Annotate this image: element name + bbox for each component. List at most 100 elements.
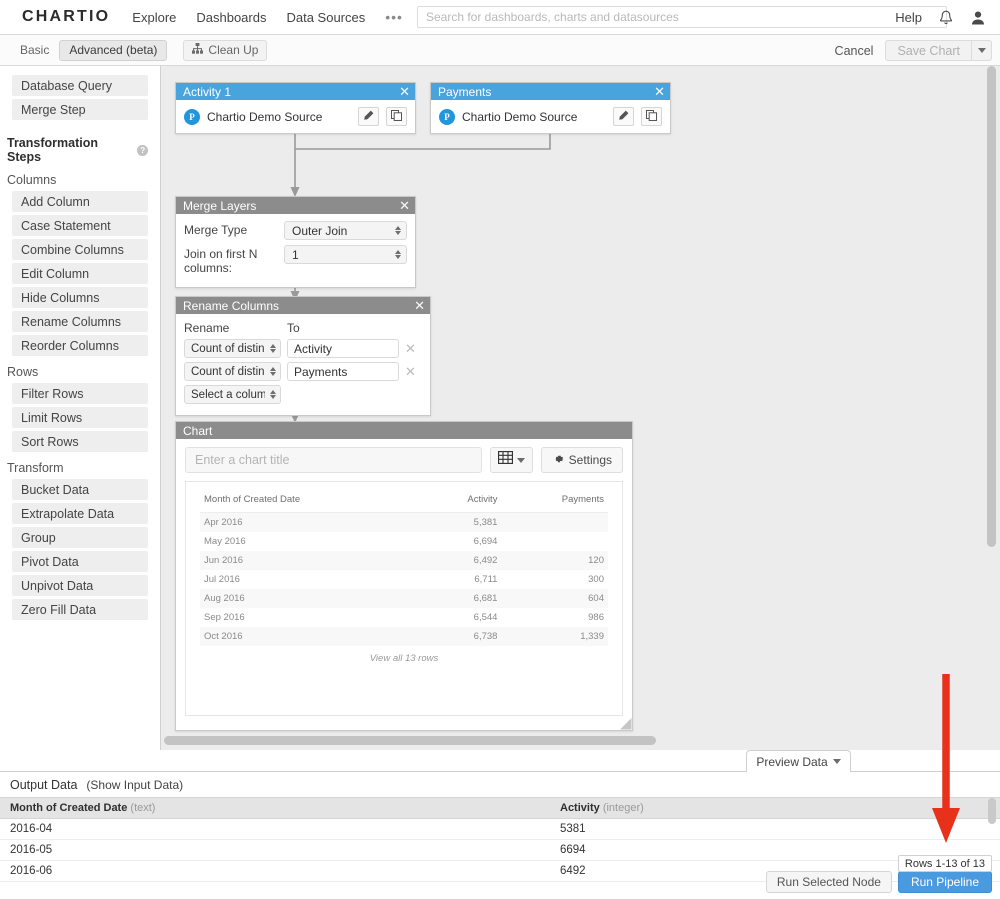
run-pipeline-button[interactable]: Run Pipeline: [897, 871, 992, 893]
toolbar-actions: Cancel Save Chart: [823, 35, 992, 66]
merge-type-select[interactable]: Outer Join: [284, 221, 407, 240]
nav-link-data-sources[interactable]: Data Sources: [286, 10, 365, 25]
close-icon[interactable]: ✕: [414, 299, 425, 312]
run-selected-node-button[interactable]: Run Selected Node: [765, 871, 892, 893]
select-spinner-icon: [270, 367, 276, 376]
global-search[interactable]: [416, 6, 947, 28]
remove-rename-row-icon[interactable]: ✕: [405, 342, 416, 355]
rename-row: Count of distinct Payments ✕: [184, 362, 422, 381]
out-cell-month: 2016-06: [0, 860, 550, 882]
sidebar-section-transformation-steps: Transformation Steps ?: [7, 136, 148, 164]
chart-settings-button[interactable]: Settings: [540, 447, 623, 473]
chartio-logo[interactable]: CHARTIO: [22, 8, 110, 26]
canvas-horizontal-scrollbar[interactable]: [164, 736, 656, 745]
select-spinner-icon: [395, 226, 401, 235]
sidebar-group-rows: Rows: [7, 365, 39, 379]
to-col-label: To: [287, 321, 300, 335]
sidebar-item-combine-columns[interactable]: Combine Columns: [12, 239, 148, 260]
bell-icon[interactable]: [938, 9, 954, 27]
sidebar-item-group[interactable]: Group: [12, 527, 148, 548]
sidebar-item-rename-columns[interactable]: Rename Columns: [12, 311, 148, 332]
cell-activity: 5,381: [420, 512, 502, 532]
node-header[interactable]: Merge Layers ✕: [176, 197, 415, 214]
sidebar-item-case-statement[interactable]: Case Statement: [12, 215, 148, 236]
node-rename-columns[interactable]: Rename Columns ✕ Rename To Count of dist…: [175, 296, 431, 416]
sidebar-item-limit-rows[interactable]: Limit Rows: [12, 407, 148, 428]
cell-activity: 6,711: [474, 574, 498, 585]
node-body: P Chartio Demo Source: [431, 100, 670, 133]
edit-source-button[interactable]: [613, 107, 634, 126]
cancel-button[interactable]: Cancel: [823, 44, 886, 58]
sidebar-item-hide-columns[interactable]: Hide Columns: [12, 287, 148, 308]
sidebar-item-pivot-data[interactable]: Pivot Data: [12, 551, 148, 572]
save-chart-dropdown[interactable]: [971, 40, 992, 61]
chart-preview-table: Month of Created Date Activity Payments …: [200, 494, 608, 646]
help-link[interactable]: Help: [895, 10, 922, 25]
close-icon[interactable]: ✕: [399, 199, 410, 212]
sidebar-item-unpivot-data[interactable]: Unpivot Data: [12, 575, 148, 596]
rename-target-input[interactable]: Activity: [287, 339, 399, 358]
data-source-row: P Chartio Demo Source: [184, 107, 407, 126]
table-grid-icon: [497, 450, 513, 469]
clean-up-button[interactable]: Clean Up: [183, 39, 268, 61]
cell-payments: 1,339: [501, 627, 608, 646]
duplicate-source-button[interactable]: [641, 107, 662, 126]
node-header[interactable]: Chart: [176, 422, 632, 439]
show-input-data-link[interactable]: (Show Input Data): [86, 778, 183, 792]
out-cell-month: 2016-04: [0, 818, 550, 840]
tab-basic[interactable]: Basic: [10, 39, 60, 61]
rename-source-select[interactable]: Count of distinct: [184, 362, 281, 381]
nav-overflow-icon[interactable]: •••: [385, 10, 403, 24]
sidebar-item-zero-fill-data[interactable]: Zero Fill Data: [12, 599, 148, 620]
nav-right-group: Help: [895, 0, 986, 35]
search-input[interactable]: [425, 10, 938, 24]
duplicate-source-button[interactable]: [386, 107, 407, 126]
help-circle-icon[interactable]: ?: [137, 144, 148, 156]
sidebar-item-bucket-data[interactable]: Bucket Data: [12, 479, 148, 500]
sidebar-item-sort-rows[interactable]: Sort Rows: [12, 431, 148, 452]
node-body: Rename To Count of distinct . Activity ✕…: [176, 314, 430, 415]
resize-handle[interactable]: [618, 716, 632, 730]
pipeline-canvas[interactable]: Activity 1 ✕ P Chartio Demo Source Payme…: [161, 66, 1000, 750]
sidebar-item-extrapolate-data[interactable]: Extrapolate Data: [12, 503, 148, 524]
sidebar-item-edit-column[interactable]: Edit Column: [12, 263, 148, 284]
cell-activity: 6,544: [473, 612, 498, 623]
rename-target-input[interactable]: Payments: [287, 362, 399, 381]
chart-toolbar: Enter a chart title Settings: [176, 439, 632, 479]
node-header[interactable]: Activity 1 ✕: [176, 83, 415, 100]
sidebar-item-merge-step[interactable]: Merge Step: [12, 99, 148, 120]
rename-add-select[interactable]: Select a column: [184, 385, 281, 404]
rename-row-empty: Select a column: [184, 385, 422, 404]
nav-link-dashboards[interactable]: Dashboards: [196, 10, 266, 25]
node-header[interactable]: Rename Columns ✕: [176, 297, 430, 314]
out-cell-activity: 5381: [550, 818, 1000, 840]
close-icon[interactable]: ✕: [654, 85, 665, 98]
sidebar-item-database-query[interactable]: Database Query: [12, 75, 148, 96]
sidebar-item-filter-rows[interactable]: Filter Rows: [12, 383, 148, 404]
preview-data-tab[interactable]: Preview Data: [746, 750, 851, 772]
chart-type-button[interactable]: [489, 447, 533, 473]
view-all-rows-link[interactable]: View all 13 rows: [200, 646, 608, 664]
node-activity-1[interactable]: Activity 1 ✕ P Chartio Demo Source: [175, 82, 416, 134]
sidebar-item-reorder-columns[interactable]: Reorder Columns: [12, 335, 148, 356]
node-header[interactable]: Payments ✕: [431, 83, 670, 100]
table-row: May 2016 6,694: [200, 532, 608, 551]
edit-source-button[interactable]: [358, 107, 379, 126]
node-merge-layers[interactable]: Merge Layers ✕ Merge Type Outer Join Joi…: [175, 196, 416, 288]
table-row: Aug 2016 6,681 604: [200, 589, 608, 608]
sidebar-item-add-column[interactable]: Add Column: [12, 191, 148, 212]
output-vertical-scrollbar[interactable]: [988, 798, 996, 824]
user-icon[interactable]: [970, 9, 986, 27]
rename-source-select[interactable]: Count of distinct .: [184, 339, 281, 358]
join-columns-select[interactable]: 1: [284, 245, 407, 264]
close-icon[interactable]: ✕: [399, 85, 410, 98]
chart-title-input[interactable]: Enter a chart title: [185, 447, 482, 473]
node-chart[interactable]: Chart Enter a chart title Settings Month…: [175, 421, 633, 731]
node-payments[interactable]: Payments ✕ P Chartio Demo Source: [430, 82, 671, 134]
save-chart-button[interactable]: Save Chart: [885, 40, 971, 61]
remove-rename-row-icon[interactable]: ✕: [405, 365, 416, 378]
canvas-vertical-scrollbar[interactable]: [987, 66, 996, 547]
tab-advanced[interactable]: Advanced (beta): [59, 39, 168, 61]
nav-link-explore[interactable]: Explore: [132, 10, 176, 25]
node-body: P Chartio Demo Source: [176, 100, 415, 133]
